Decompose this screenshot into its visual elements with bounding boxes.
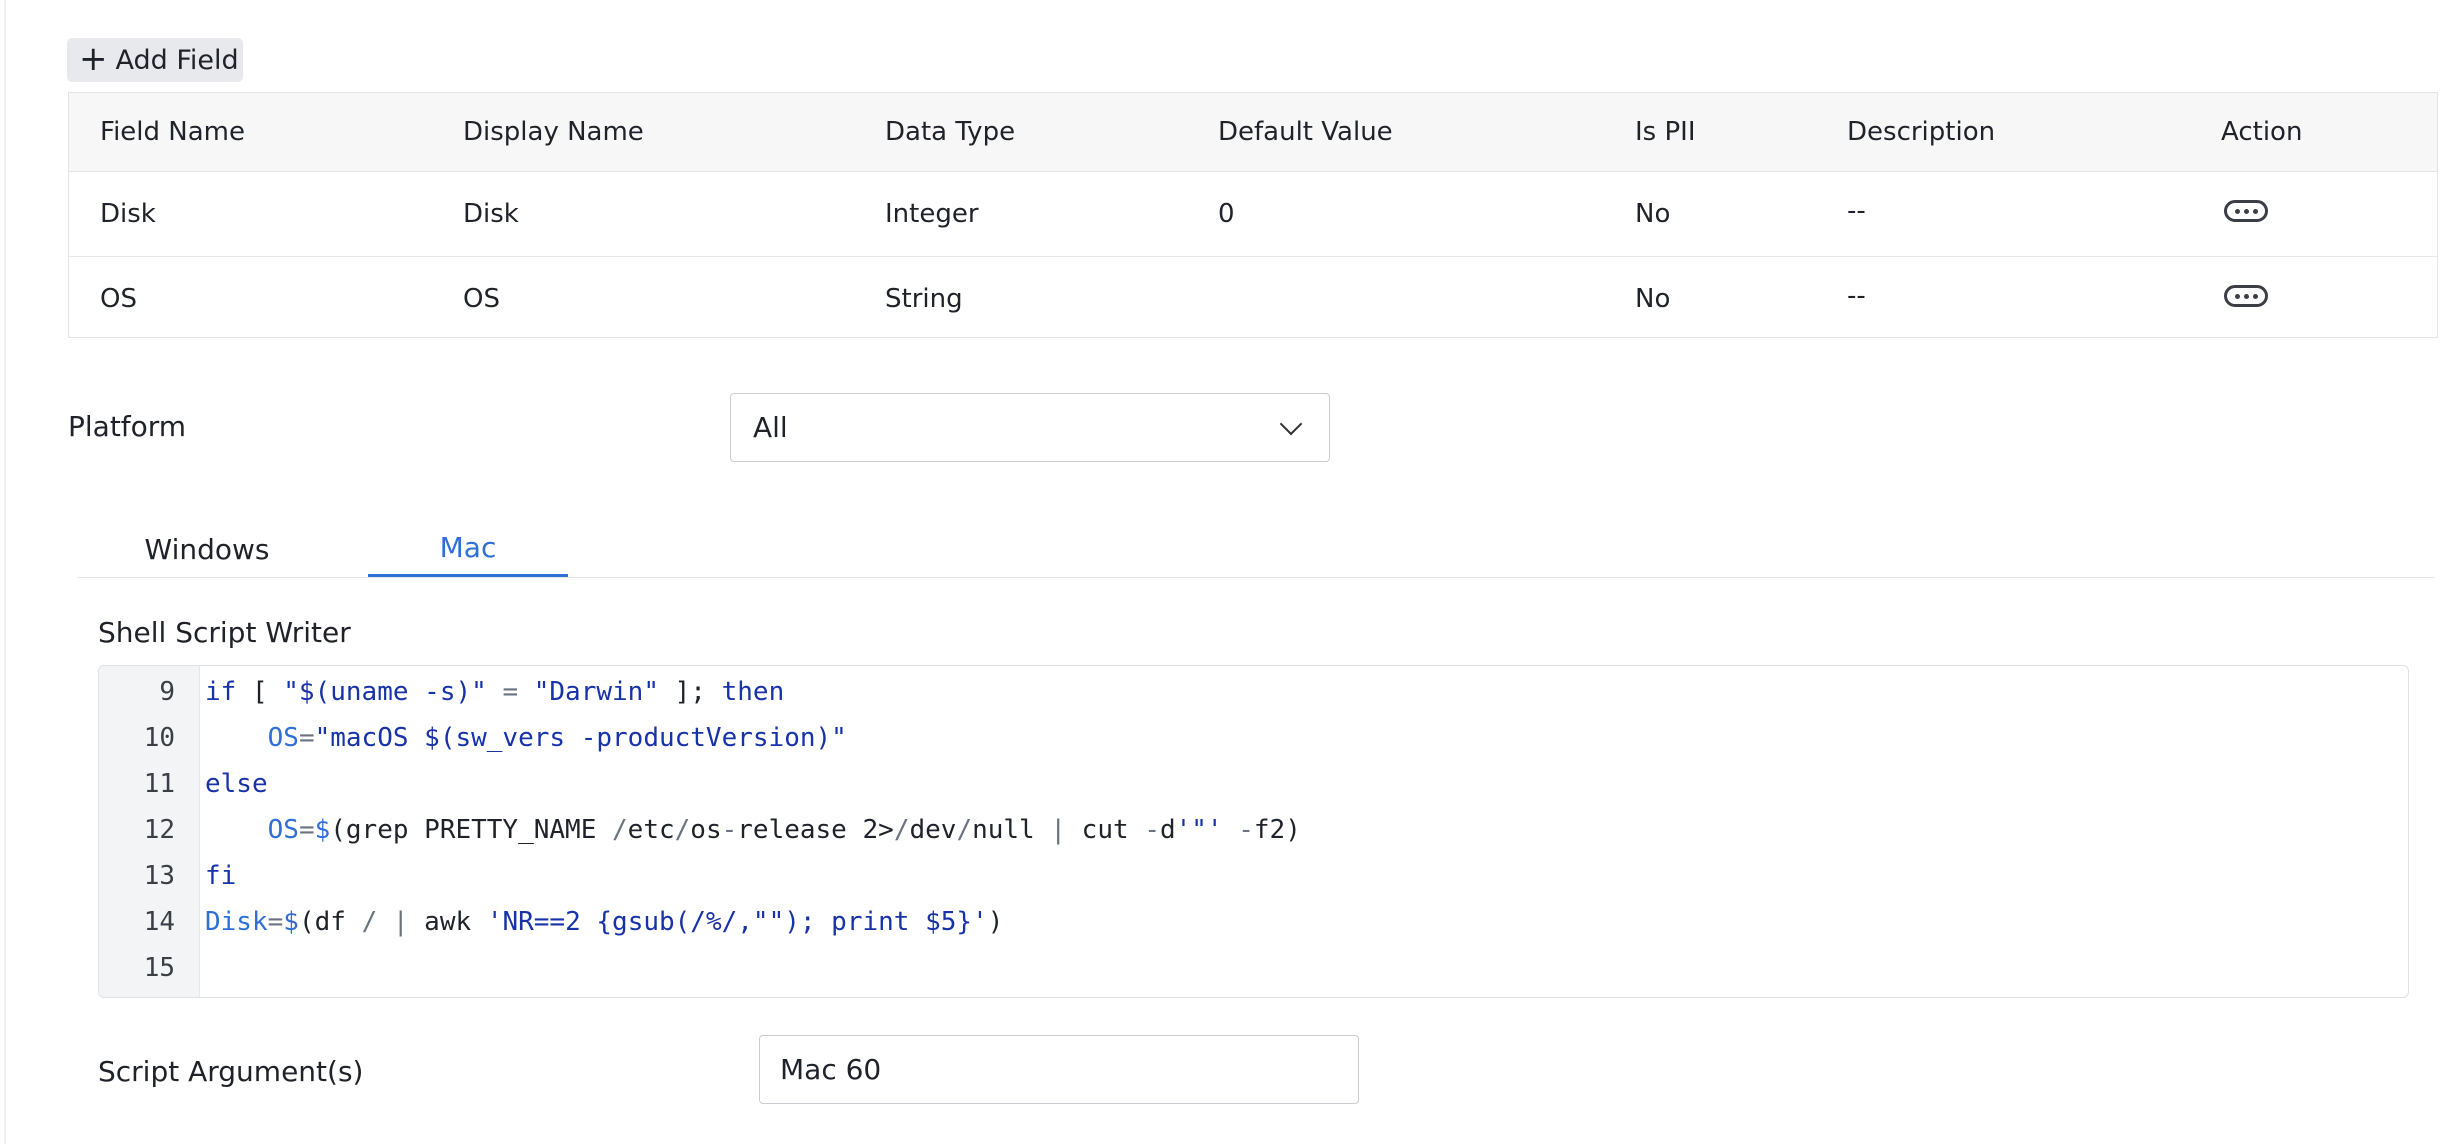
code-line: OS=$(grep PRETTY_NAME /etc/os-release 2>… xyxy=(267,815,1301,845)
cell-display-name: Disk xyxy=(463,199,519,229)
header-default-value: Default Value xyxy=(1218,117,1393,147)
code-line: OS="macOS $(sw_vers -productVersion)" xyxy=(267,723,847,753)
shell-script-writer-label: Shell Script Writer xyxy=(98,616,351,649)
header-is-pii: Is PII xyxy=(1635,117,1696,147)
add-field-button[interactable]: + Add Field xyxy=(67,38,243,82)
table-header: Field Name Display Name Data Type Defaul… xyxy=(69,93,2437,172)
cell-display-name: OS xyxy=(463,284,500,314)
platform-label: Platform xyxy=(68,410,187,443)
header-display-name: Display Name xyxy=(463,117,644,147)
tab-windows[interactable]: Windows xyxy=(110,520,304,578)
more-actions-icon[interactable] xyxy=(2224,285,2268,307)
left-divider xyxy=(4,0,6,1144)
add-field-label: Add Field xyxy=(115,44,239,76)
code-line: else xyxy=(205,769,268,799)
platform-select[interactable]: All xyxy=(730,393,1330,462)
table-row: Disk Disk Integer 0 No -- xyxy=(69,172,2437,257)
line-number: 12 xyxy=(143,815,175,845)
script-arguments-label: Script Argument(s) xyxy=(98,1055,364,1088)
more-actions-icon[interactable] xyxy=(2224,200,2268,222)
platform-selected-value: All xyxy=(753,411,788,444)
header-description: Description xyxy=(1847,117,1996,147)
line-number: 11 xyxy=(143,769,175,799)
line-number: 13 xyxy=(143,861,175,891)
header-field-name: Field Name xyxy=(100,117,245,147)
line-number: 15 xyxy=(143,953,175,983)
fields-table: Field Name Display Name Data Type Defaul… xyxy=(68,92,2438,338)
cell-field-name: Disk xyxy=(100,199,156,229)
tab-mac[interactable]: Mac xyxy=(368,520,568,578)
line-number-gutter: 9 10 11 12 13 14 15 xyxy=(99,666,200,997)
header-action: Action xyxy=(2221,117,2303,147)
chevron-down-icon xyxy=(1279,412,1303,436)
cell-description: -- xyxy=(1847,281,1866,311)
line-number: 9 xyxy=(159,677,175,707)
cell-field-name: OS xyxy=(100,284,137,314)
line-number: 10 xyxy=(143,723,175,753)
cell-data-type: String xyxy=(885,284,963,314)
cell-default-value: 0 xyxy=(1218,199,1235,229)
script-editor[interactable]: 9 10 11 12 13 14 15 if [ "$(uname -s)" =… xyxy=(98,665,2409,998)
plus-icon: + xyxy=(79,38,108,79)
code-line: if [ "$(uname -s)" = "Darwin" ]; then xyxy=(205,677,785,707)
cell-is-pii: No xyxy=(1635,284,1671,314)
code-line: fi xyxy=(205,861,237,891)
header-data-type: Data Type xyxy=(885,117,1016,147)
script-arguments-input[interactable] xyxy=(759,1035,1359,1104)
tabs-divider xyxy=(78,577,2434,578)
line-number: 14 xyxy=(143,907,175,937)
table-row: OS OS String No -- xyxy=(69,257,2437,341)
cell-is-pii: No xyxy=(1635,199,1671,229)
cell-data-type: Integer xyxy=(885,199,979,229)
code-line: Disk=$(df / | awk 'NR==2 {gsub(/%/,""); … xyxy=(205,907,1004,937)
